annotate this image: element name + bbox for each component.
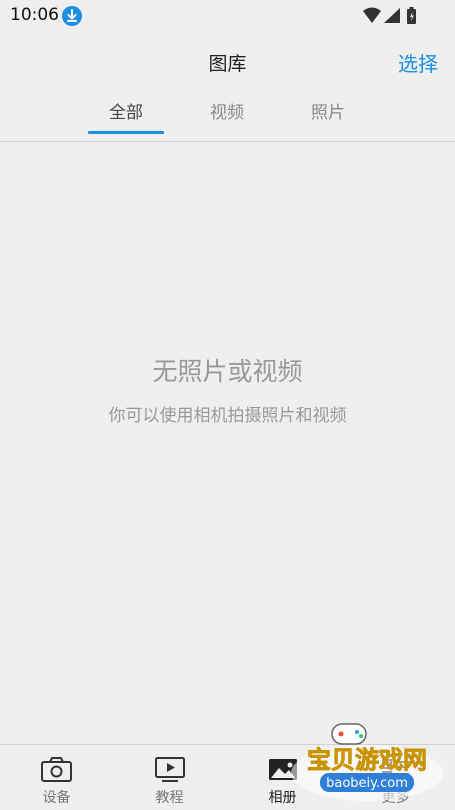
tab-photos[interactable]: 照片 <box>288 98 368 123</box>
empty-state-title: 无照片或视频 <box>152 357 303 386</box>
nav-label-album: 相册 <box>268 790 297 806</box>
gallery-icon <box>266 755 300 783</box>
header-divider <box>0 141 455 142</box>
gamepad-icon <box>331 723 367 745</box>
empty-state-description: 你可以使用相机拍摄照片和视频 <box>108 406 347 426</box>
nav-item-more[interactable]: 更多 <box>339 745 452 810</box>
status-bar: 10:06 <box>0 0 455 32</box>
nav-item-devices[interactable]: 设备 <box>0 745 113 810</box>
nav-item-album[interactable]: 相册 <box>226 745 339 810</box>
bottom-nav: 设备 教程 相册 更多 <box>0 744 455 810</box>
battery-icon <box>407 7 416 24</box>
select-button[interactable]: 选择 <box>398 48 438 77</box>
tab-all[interactable]: 全部 <box>86 98 166 123</box>
play-screen-icon <box>153 755 187 783</box>
page-title: 图库 <box>208 53 247 75</box>
nav-item-tutorials[interactable]: 教程 <box>113 745 226 810</box>
signal-icon <box>384 8 400 23</box>
tab-videos[interactable]: 视频 <box>187 98 267 123</box>
nav-label-more: 更多 <box>381 790 410 806</box>
status-time: 10:06 <box>10 5 59 25</box>
tab-bar: 全部 视频 照片 <box>0 90 455 141</box>
active-tab-indicator <box>88 131 164 134</box>
download-icon <box>62 6 82 26</box>
nav-label-devices: 设备 <box>42 790 71 806</box>
wifi-icon <box>363 7 381 23</box>
nav-label-tutorials: 教程 <box>155 790 184 806</box>
app-header: 图库 选择 <box>0 32 455 90</box>
camera-icon <box>40 755 74 783</box>
more-icon <box>379 755 413 783</box>
status-icons <box>363 6 425 26</box>
